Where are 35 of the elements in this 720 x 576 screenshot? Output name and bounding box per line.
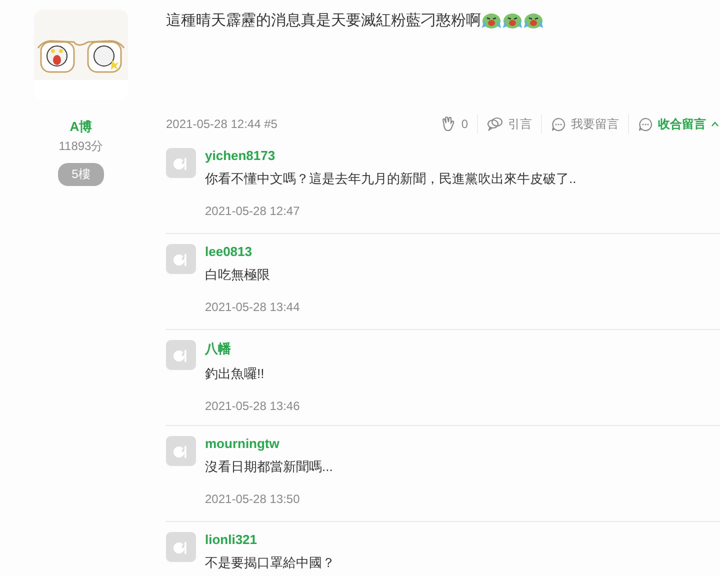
avatar-icon	[166, 532, 196, 562]
post-meta: 2021-05-28 12:44 #5	[166, 117, 278, 131]
avatar-icon	[166, 340, 196, 370]
reply-button[interactable]: 我要留言	[542, 116, 628, 132]
caret-up-icon	[711, 121, 719, 127]
speech-bubbles-icon	[487, 117, 503, 131]
comment-time: 2021-05-28 13:46	[205, 399, 300, 413]
comment-user[interactable]: lee0813	[205, 244, 300, 259]
comment-text: 白吃無極限	[205, 266, 271, 284]
crying-face-icon	[481, 12, 502, 29]
crying-face-icon	[523, 12, 544, 29]
comment-time: 2021-05-28 12:47	[205, 204, 301, 218]
comment-user[interactable]: mourningtw	[205, 436, 333, 451]
avatar-icon	[166, 244, 196, 274]
floor-badge: 5樓	[58, 163, 104, 186]
quote-button[interactable]: 引言	[478, 116, 541, 132]
clap-button[interactable]: 0	[432, 116, 477, 132]
author-points: 11893分	[58, 138, 104, 155]
comment-text: 釣出魚囉!!	[205, 365, 266, 383]
comment-text: 你看不懂中文嗎？這是去年九月的新聞，民進黨吹出來牛皮破了..	[205, 170, 576, 188]
comment-time: 2021-05-28 13:50	[205, 492, 301, 506]
comment-user[interactable]: yichen8173	[205, 148, 576, 163]
comment-icon	[551, 116, 566, 132]
comment-time: 2021-05-28 13:44	[205, 300, 300, 314]
comment-text: 不是要揭口罩給中國？	[205, 554, 335, 572]
author-name[interactable]: A博	[70, 118, 92, 136]
avatar-icon	[166, 436, 196, 466]
comment-icon	[638, 116, 653, 132]
crying-face-icon	[502, 12, 523, 29]
comment-user[interactable]: 八幡	[205, 340, 300, 358]
post-text: 這種晴天霹靂的消息真是天要滅紅粉藍刁憨粉啊	[166, 11, 481, 30]
avatar-icon	[166, 148, 196, 178]
collapse-button[interactable]: 收合留言	[629, 116, 720, 132]
comment-user[interactable]: lionli321	[205, 532, 335, 547]
comment-text: 沒看日期都當新聞嗎...	[205, 458, 333, 476]
